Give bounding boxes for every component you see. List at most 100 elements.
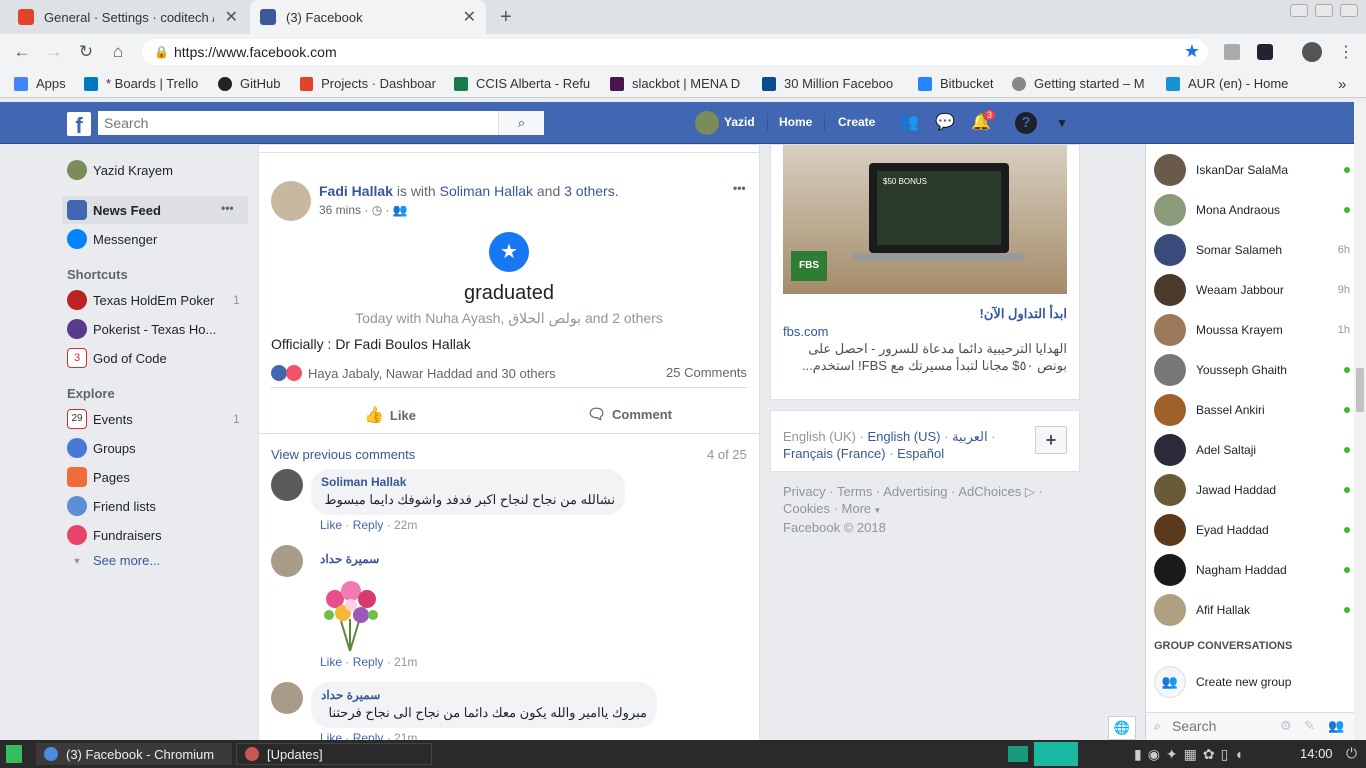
close-tab-icon[interactable]: ✕ <box>225 7 238 27</box>
chat-contact[interactable]: Somar Salameh 6h <box>1154 230 1350 270</box>
others-link[interactable]: 3 others. <box>564 183 618 199</box>
profile-avatar[interactable] <box>1302 42 1322 62</box>
bookmark-aur[interactable]: AUR (en) - Home <box>1166 76 1288 91</box>
chevron-down-icon[interactable]: ▼ <box>1056 116 1068 130</box>
reload-icon[interactable]: ↻ <box>76 42 96 62</box>
tagged-link[interactable]: Soliman Hallak <box>440 183 533 199</box>
bookmark-github[interactable]: GitHub <box>218 76 280 91</box>
chat-contact[interactable]: Weaam Jabbour 9h <box>1154 270 1350 310</box>
forward-arrow-icon[interactable]: → <box>44 42 64 62</box>
comment-avatar[interactable] <box>271 469 303 501</box>
taskbar-window-chromium[interactable]: (3) Facebook - Chromium <box>36 743 232 765</box>
workspace-active-icon[interactable] <box>1034 742 1078 766</box>
ad-headline[interactable]: ابدأ التداول الآن! <box>783 306 1067 322</box>
new-tab-button[interactable]: + <box>500 6 512 29</box>
comment-avatar[interactable] <box>271 545 303 577</box>
view-previous-comments[interactable]: View previous comments <box>271 447 415 462</box>
new-group-icon[interactable]: 👥 <box>1328 718 1344 734</box>
scrollbar-thumb[interactable] <box>1356 368 1364 412</box>
comment-author[interactable]: سميرة حداد <box>321 688 647 702</box>
page-scrollbar[interactable] <box>1354 102 1366 740</box>
taskbar-window-updates[interactable]: [Updates] <box>236 743 432 765</box>
bookmark-ccis[interactable]: CCIS Alberta - Refu <box>454 76 592 91</box>
bookmark-star-icon[interactable]: ★ <box>1184 41 1200 62</box>
footer-terms[interactable]: Terms <box>837 484 872 499</box>
chat-contact[interactable]: Adel Saltaji <box>1154 430 1350 470</box>
menu-kebab-icon[interactable]: ⋮ <box>1338 42 1354 62</box>
explore-friend-lists[interactable]: Friend lists <box>67 496 156 516</box>
language-spanish[interactable]: Español <box>897 446 944 461</box>
language-arabic[interactable]: العربية <box>952 429 988 444</box>
messenger-icon[interactable]: 💬 <box>934 112 956 134</box>
author-avatar[interactable] <box>271 181 311 221</box>
shortcut-god-of-code[interactable]: 3 God of Code <box>67 348 167 368</box>
facebook-logo[interactable]: f <box>67 112 91 138</box>
footer-advertising[interactable]: Advertising <box>883 484 947 499</box>
facebook-extension-icon[interactable] <box>1224 44 1240 60</box>
close-tab-icon[interactable]: ✕ <box>463 7 476 27</box>
profile-link[interactable]: Yazid <box>724 115 755 129</box>
language-english-us[interactable]: English (US) <box>868 429 941 444</box>
comment-reply-link[interactable]: Reply <box>353 655 384 669</box>
chat-contact[interactable]: Yousseph Ghaith <box>1154 350 1350 390</box>
bookmark-projects[interactable]: Projects · Dashboar <box>300 76 436 91</box>
workspace-icon[interactable] <box>1008 746 1028 762</box>
chat-contact[interactable]: Jawad Haddad <box>1154 470 1350 510</box>
power-icon[interactable]: ⏻ <box>1346 745 1357 762</box>
tab-gitlab-settings[interactable]: General · Settings · coditech / ✕ <box>8 0 248 34</box>
more-bookmarks-icon[interactable]: » <box>1338 76 1346 93</box>
chat-search-input[interactable] <box>1172 718 1272 734</box>
comment-reply-link[interactable]: Reply <box>353 518 384 532</box>
add-language-button[interactable]: + <box>1035 426 1067 454</box>
avatar[interactable] <box>695 111 719 135</box>
nav-messenger[interactable]: Messenger <box>67 229 157 249</box>
friend-requests-icon[interactable]: 👥 <box>898 112 920 134</box>
back-arrow-icon[interactable]: ← <box>12 42 32 62</box>
explore-events[interactable]: 29 Events <box>67 409 133 429</box>
news-feed-options[interactable]: ••• <box>221 201 234 215</box>
search-icon[interactable]: ⌕ <box>498 111 544 135</box>
chat-contact[interactable]: Afif Hallak <box>1154 590 1350 630</box>
bookmark-slackbot[interactable]: slackbot | MENA D <box>610 76 744 91</box>
bookmark-apps[interactable]: Apps <box>14 76 66 91</box>
create-link[interactable]: Create <box>838 115 875 129</box>
post-options[interactable]: ••• <box>733 181 746 195</box>
author-link[interactable]: Fadi Hallak <box>319 183 393 199</box>
explore-fundraisers[interactable]: Fundraisers <box>67 525 162 545</box>
comment-author[interactable]: Soliman Hallak <box>321 475 615 489</box>
chat-contact[interactable]: Moussa Krayem 1h <box>1154 310 1350 350</box>
ad-image[interactable]: $50 BONUS FBS <box>783 145 1067 294</box>
comment-button[interactable]: 🗨 Comment <box>587 405 672 423</box>
tab-facebook[interactable]: (3) Facebook ✕ <box>250 0 486 34</box>
compose-icon[interactable]: ✎ <box>1304 718 1315 734</box>
comment-like-link[interactable]: Like <box>320 518 342 532</box>
home-icon[interactable]: ⌂ <box>108 42 128 62</box>
explore-groups[interactable]: Groups <box>67 438 136 458</box>
post-time[interactable]: 36 mins <box>319 203 361 217</box>
bookmark-getting-started[interactable]: Getting started – M <box>1012 76 1148 91</box>
language-english-uk[interactable]: English (UK) <box>783 429 856 444</box>
sponsored-ad[interactable]: $50 BONUS FBS ابدأ التداول الآن! fbs.com… <box>770 144 1080 400</box>
bookmark-trello[interactable]: * Boards | Trello <box>84 76 198 91</box>
manjaro-menu-icon[interactable] <box>6 745 22 763</box>
create-group-button[interactable]: 👥 Create new group <box>1154 662 1350 702</box>
comment-time[interactable]: 22m <box>394 518 417 532</box>
search-input[interactable] <box>98 111 498 135</box>
reactions-summary[interactable]: Haya Jabaly, Nawar Haddad and 30 others <box>271 365 556 381</box>
home-link[interactable]: Home <box>779 115 812 129</box>
chat-contact[interactable]: Eyad Haddad <box>1154 510 1350 550</box>
globe-icon[interactable]: 🌐 <box>1108 716 1136 740</box>
chat-contact[interactable]: Nagham Haddad <box>1154 550 1350 590</box>
comments-count[interactable]: 25 Comments <box>666 365 747 380</box>
bookmark-30-million[interactable]: 30 Million Faceboo <box>762 76 900 91</box>
ad-domain[interactable]: fbs.com <box>783 324 829 339</box>
language-french[interactable]: Français (France) <box>783 446 886 461</box>
comment-author[interactable]: سميرة حداد <box>320 552 379 566</box>
bookmark-bitbucket[interactable]: Bitbucket <box>918 76 993 91</box>
chat-contact[interactable]: IskanDar SalaMa <box>1154 150 1350 190</box>
nav-news-feed[interactable]: News Feed <box>67 200 161 220</box>
chat-contact[interactable]: Mona Andraous <box>1154 190 1350 230</box>
comment-time[interactable]: 21m <box>394 655 417 669</box>
footer-cookies[interactable]: Cookies <box>783 501 830 516</box>
footer-more[interactable]: More <box>842 501 872 516</box>
